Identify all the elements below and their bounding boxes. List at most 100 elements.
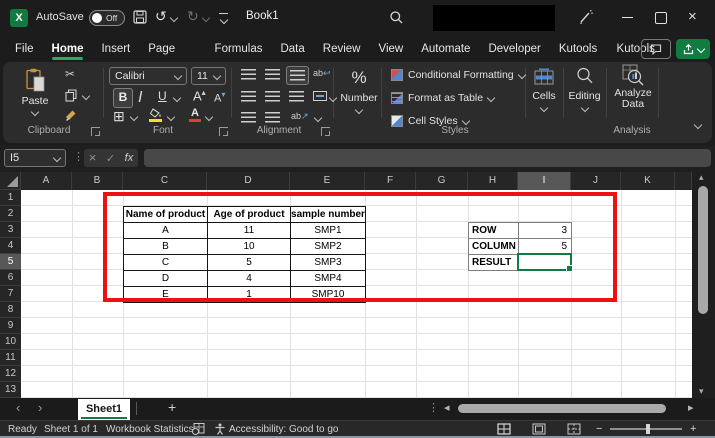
merge-center-button[interactable] xyxy=(313,91,327,101)
tab-review[interactable]: Review xyxy=(314,36,370,62)
decrease-font-size-button[interactable]: A▾ xyxy=(214,90,225,105)
vertical-scroll-thumb[interactable] xyxy=(698,186,708,314)
format-painter-icon[interactable] xyxy=(64,109,78,122)
accessibility-icon[interactable] xyxy=(214,423,226,435)
search-icon[interactable] xyxy=(389,10,404,25)
name-box[interactable]: I5 xyxy=(4,149,66,167)
tab-page-layout[interactable]: Page Layout xyxy=(139,36,205,62)
row-header-2[interactable]: 2 xyxy=(0,206,21,222)
borders-dropdown-icon[interactable] xyxy=(130,113,138,121)
zoom-slider-thumb[interactable] xyxy=(646,424,650,434)
new-sheet-button[interactable]: + xyxy=(168,399,176,415)
close-button[interactable]: × xyxy=(688,8,697,25)
font-dialog-launcher-icon[interactable] xyxy=(219,127,228,136)
status-accessibility[interactable]: Accessibility: Good to go xyxy=(229,424,339,435)
column-header-f[interactable]: F xyxy=(365,172,416,190)
paste-button[interactable]: Paste xyxy=(13,66,57,124)
copy-dropdown-icon[interactable] xyxy=(82,92,90,100)
column-header-d[interactable]: D xyxy=(207,172,290,190)
align-top-button[interactable] xyxy=(241,69,256,80)
increase-font-size-button[interactable]: A▴ xyxy=(193,88,206,103)
page-layout-view-icon[interactable] xyxy=(532,423,546,435)
collapse-ribbon-icon[interactable] xyxy=(694,121,702,129)
align-right-button[interactable] xyxy=(289,91,304,102)
row-header-10[interactable]: 10 xyxy=(0,334,21,350)
align-middle-button[interactable] xyxy=(265,69,280,80)
font-color-button[interactable]: A xyxy=(189,107,201,122)
conditional-formatting-button[interactable]: Conditional Formatting xyxy=(391,67,525,83)
row-header-11[interactable]: 11 xyxy=(0,350,21,366)
select-all-corner[interactable] xyxy=(0,172,21,190)
row-header-3[interactable]: 3 xyxy=(0,222,21,238)
tab-insert[interactable]: Insert xyxy=(92,36,139,62)
align-center-button[interactable] xyxy=(265,91,280,102)
status-workbook-statistics[interactable]: Workbook Statistics xyxy=(106,424,194,435)
analyze-data-button[interactable]: Analyze Data xyxy=(608,64,658,122)
vertical-scrollbar[interactable]: ▴ ▾ xyxy=(693,172,715,398)
row-header-8[interactable]: 8 xyxy=(0,302,21,318)
status-sheet-count[interactable]: Sheet 1 of 1 xyxy=(44,424,98,435)
column-header-c[interactable]: C xyxy=(123,172,207,190)
normal-view-icon[interactable] xyxy=(497,423,511,435)
row-header-6[interactable]: 6 xyxy=(0,270,21,286)
decrease-indent-button[interactable] xyxy=(241,112,256,123)
underline-dropdown-icon[interactable] xyxy=(173,94,181,102)
undo-icon[interactable]: ↺ xyxy=(155,8,167,25)
zoom-in-button[interactable]: + xyxy=(690,423,696,435)
column-header-k[interactable]: K xyxy=(621,172,675,190)
row-header-7[interactable]: 7 xyxy=(0,286,21,302)
column-header-h[interactable]: H xyxy=(468,172,518,190)
column-header-g[interactable]: G xyxy=(416,172,468,190)
save-icon[interactable] xyxy=(133,10,147,24)
format-as-table-button[interactable]: Format as Table xyxy=(391,90,494,106)
fill-color-button[interactable] xyxy=(149,108,163,122)
sheet-nav-right-icon[interactable]: › xyxy=(38,400,42,415)
name-box-splitter[interactable]: ⋮ xyxy=(73,150,84,163)
align-bottom-button[interactable] xyxy=(286,66,309,85)
insert-function-icon[interactable]: fx xyxy=(125,152,134,164)
merge-dropdown-icon[interactable] xyxy=(329,94,337,102)
formula-input[interactable] xyxy=(144,149,711,167)
record-macro-icon[interactable] xyxy=(192,423,205,435)
column-header-b[interactable]: B xyxy=(72,172,123,190)
quick-access-overflow-chevron[interactable] xyxy=(220,16,228,24)
row-header-13[interactable]: 13 xyxy=(0,382,21,398)
sheet-tab-active[interactable]: Sheet1 xyxy=(78,399,130,420)
row-header-4[interactable]: 4 xyxy=(0,238,21,254)
hscroll-right-icon[interactable]: ▸ xyxy=(688,401,694,414)
minimize-button[interactable] xyxy=(622,17,633,18)
cells-group-button[interactable]: Cells xyxy=(525,66,563,126)
alignment-dialog-launcher-icon[interactable] xyxy=(321,127,330,136)
zoom-out-button[interactable]: − xyxy=(596,423,602,435)
row-header-5-selected[interactable]: 5 xyxy=(0,254,21,270)
horizontal-scroll-thumb[interactable] xyxy=(458,404,666,413)
undo-dropdown-icon[interactable] xyxy=(170,14,178,22)
underline-button[interactable]: U xyxy=(158,89,167,103)
page-break-view-icon[interactable] xyxy=(567,423,581,435)
editing-pen-icon[interactable] xyxy=(578,10,594,25)
tab-bar-splitter[interactable]: ⋮ xyxy=(428,401,439,414)
column-header-a[interactable]: A xyxy=(21,172,72,190)
tab-view[interactable]: View xyxy=(370,36,413,62)
row-header-12[interactable]: 12 xyxy=(0,366,21,382)
comment-button[interactable] xyxy=(641,39,671,59)
tab-developer[interactable]: Developer xyxy=(479,36,549,62)
hscroll-left-icon[interactable]: ◂ xyxy=(444,401,450,414)
row-header-9[interactable]: 9 xyxy=(0,318,21,334)
align-left-button[interactable] xyxy=(241,91,256,102)
tab-file[interactable]: File xyxy=(6,36,43,62)
bold-button[interactable]: B xyxy=(113,88,133,108)
column-header-e[interactable]: E xyxy=(290,172,365,190)
sheet-nav-left-icon[interactable]: ‹ xyxy=(16,400,20,415)
borders-button[interactable]: ⊞ xyxy=(113,108,125,125)
quick-access-overflow-icon[interactable] xyxy=(219,13,228,14)
column-header-j[interactable]: J xyxy=(571,172,621,190)
clipboard-dialog-launcher-icon[interactable] xyxy=(91,127,100,136)
orientation-dropdown-icon[interactable] xyxy=(314,114,322,122)
maximize-button[interactable] xyxy=(655,12,667,24)
row-header-1[interactable]: 1 xyxy=(0,190,21,206)
tab-formulas[interactable]: Formulas xyxy=(206,36,272,62)
copy-icon[interactable] xyxy=(65,89,77,102)
italic-button[interactable]: I xyxy=(138,89,142,107)
font-size-select[interactable]: 11 xyxy=(191,67,226,85)
